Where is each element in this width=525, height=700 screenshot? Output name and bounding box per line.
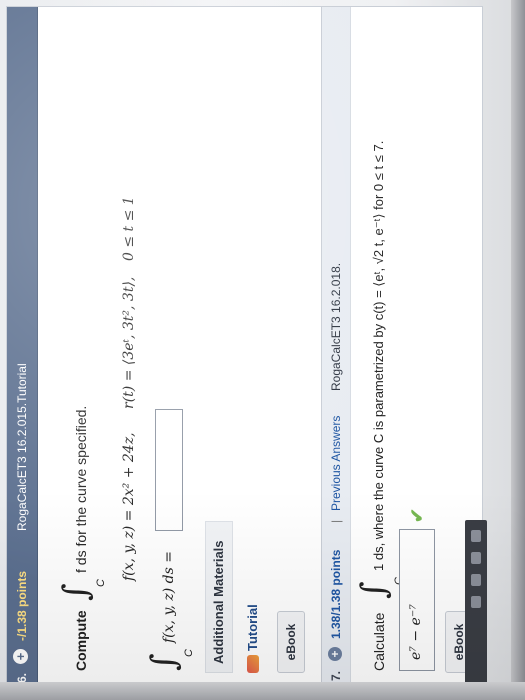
expand-plus-icon[interactable]: + bbox=[328, 647, 342, 661]
taskbar-icon[interactable] bbox=[471, 552, 481, 564]
answer-input[interactable]: e⁷ − e⁻⁷ bbox=[399, 529, 435, 671]
photo-of-screen: 6. + -/1.38 points RogaCalcET3 16.2.015.… bbox=[0, 0, 525, 700]
question-source: RogaCalcET3 16.2.018. bbox=[329, 262, 343, 391]
correct-check-icon: ✔ bbox=[407, 507, 427, 523]
points-label: 1.38/1.38 points bbox=[329, 549, 343, 639]
rotated-page: 6. + -/1.38 points RogaCalcET3 16.2.015.… bbox=[0, 0, 525, 700]
question-7-header: 7. + 1.38/1.38 points | Previous Answers… bbox=[321, 7, 351, 691]
answer-integral-symbol: ∫ bbox=[144, 653, 184, 671]
taskbar-icon[interactable] bbox=[471, 596, 481, 608]
answer-integral-subscript: C bbox=[183, 649, 195, 657]
taskbar-icon[interactable] bbox=[471, 574, 481, 586]
tutorial-icon bbox=[247, 655, 259, 673]
compute-label: Compute bbox=[73, 610, 89, 671]
additional-materials-title: Additional Materials bbox=[211, 540, 226, 664]
question-6-header: 6. + -/1.38 points RogaCalcET3 16.2.015.… bbox=[7, 7, 38, 691]
expand-plus-icon[interactable]: + bbox=[13, 649, 28, 664]
answer-input[interactable] bbox=[155, 409, 183, 531]
monitor-bezel-right bbox=[511, 0, 525, 700]
tutorial-link[interactable]: Tutorial bbox=[245, 604, 260, 651]
taskbar-strip bbox=[465, 520, 487, 700]
monitor-bezel-bottom bbox=[0, 682, 525, 700]
integral-subscript: C bbox=[95, 579, 107, 587]
answer-lhs: f(x, y, z) ds = bbox=[161, 550, 177, 643]
taskbar-icon[interactable] bbox=[471, 530, 481, 542]
integral-symbol: ∫ bbox=[354, 581, 394, 599]
given-curve-r: r(t) = ⟨3eᵗ, 3t², 3t⟩, bbox=[121, 276, 137, 409]
given-function-f: f(x, y, z) = 2x² + 24z, bbox=[121, 432, 137, 581]
answer-value: e⁷ − e⁻⁷ bbox=[408, 604, 424, 660]
separator: | bbox=[329, 519, 343, 523]
previous-answers-link[interactable]: Previous Answers bbox=[329, 416, 343, 511]
assignment-panel: 6. + -/1.38 points RogaCalcET3 16.2.015.… bbox=[6, 6, 483, 692]
calculate-label: Calculate bbox=[371, 612, 387, 671]
question-number: 7. bbox=[329, 670, 343, 681]
question-source: RogaCalcET3 16.2.015.Tutorial bbox=[15, 363, 29, 531]
additional-materials-bar: Additional Materials bbox=[205, 521, 233, 673]
given-interval: 0 ≤ t ≤ 1 bbox=[121, 196, 137, 261]
points-label: -/1.38 points bbox=[15, 570, 29, 641]
prompt-text: 1 ds, where the curve C is parametrized … bbox=[371, 140, 386, 571]
integrand-text: f ds for the curve specified. bbox=[73, 405, 89, 573]
integral-symbol: ∫ bbox=[56, 583, 96, 601]
ebook-button[interactable]: eBook bbox=[277, 611, 305, 673]
